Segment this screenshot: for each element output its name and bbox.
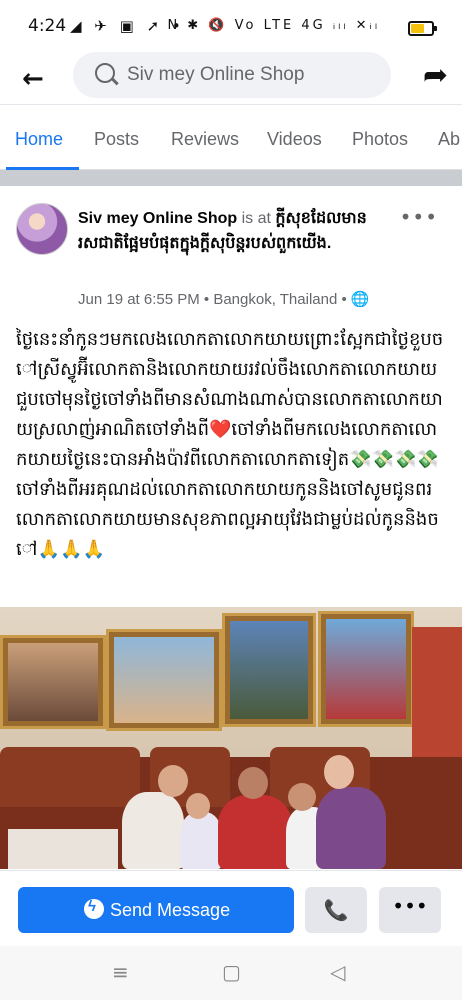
system-nav-bar: ≡ ▢ ◁: [0, 946, 462, 1000]
arrow-left-icon[interactable]: ←: [22, 64, 44, 94]
more-dots-icon: •••: [392, 894, 428, 918]
section-divider: [0, 170, 462, 186]
system-icons: N ✱ 🔇 Vo LTE 4G ᵢₗₗ ✕ᵢₗ: [167, 18, 380, 33]
tab-videos[interactable]: Videos: [267, 129, 322, 150]
search-query: Siv mey Online Shop: [127, 64, 305, 85]
send-message-button[interactable]: Send Message: [18, 887, 294, 933]
post-meta: Jun 19 at 6:55 PM • Bangkok, Thailand • …: [78, 290, 370, 308]
action-bar: Send Message 📞 •••: [0, 870, 462, 947]
post-location: • Bangkok, Thailand •: [199, 291, 351, 308]
author-name[interactable]: Siv mey Online Shop: [78, 210, 237, 227]
battery-icon: [408, 21, 437, 36]
post-photo[interactable]: [0, 607, 462, 869]
wall-photo-family: [0, 635, 106, 729]
tab-posts[interactable]: Posts: [94, 129, 139, 150]
search-input[interactable]: Siv mey Online Shop: [73, 52, 391, 98]
post-options-icon[interactable]: •••: [400, 205, 438, 229]
search-icon: [95, 63, 115, 83]
tab-reviews[interactable]: Reviews: [171, 129, 239, 150]
post-date[interactable]: Jun 19 at 6:55 PM: [78, 291, 200, 308]
post-headline: Siv mey Online Shop is at ក្តីសុខដែលមានរ…: [78, 206, 408, 256]
status-time: 4:24: [28, 16, 67, 36]
top-bar: ← Siv mey Online Shop ➦: [0, 52, 462, 104]
home-icon[interactable]: ▢: [222, 960, 241, 984]
post-body: ថ្ងៃនេះនាំកូនៗមកលេងលោកតាលោកយាយព្រោះស្អែក…: [16, 329, 444, 560]
tab-home[interactable]: Home: [15, 129, 63, 150]
messenger-icon: [84, 898, 104, 919]
share-arrow-icon[interactable]: ➦: [423, 58, 448, 93]
wall-photo-officer: [222, 613, 316, 727]
page-tabs: Home Posts Reviews Videos Photos Ab: [0, 104, 462, 170]
more-button[interactable]: •••: [379, 887, 441, 933]
globe-icon: 🌐: [350, 291, 370, 308]
phone-icon: 📞: [323, 898, 349, 922]
tab-about[interactable]: Ab: [438, 129, 460, 150]
call-button[interactable]: 📞: [305, 887, 367, 933]
is-at-text: is at: [237, 210, 276, 227]
wall-photo-couple: [106, 629, 222, 731]
status-bar: 4:24 ◢ ✈ ▣ ➚ • N ✱ 🔇 Vo LTE 4G ᵢₗₗ ✕ᵢₗ: [0, 0, 462, 52]
recent-apps-icon[interactable]: ≡: [112, 960, 129, 984]
avatar[interactable]: [16, 203, 68, 255]
back-icon[interactable]: ◁: [330, 960, 345, 984]
wall-photo-woman: [318, 611, 414, 727]
tab-photos[interactable]: Photos: [352, 129, 408, 150]
send-message-label: Send Message: [110, 900, 231, 920]
